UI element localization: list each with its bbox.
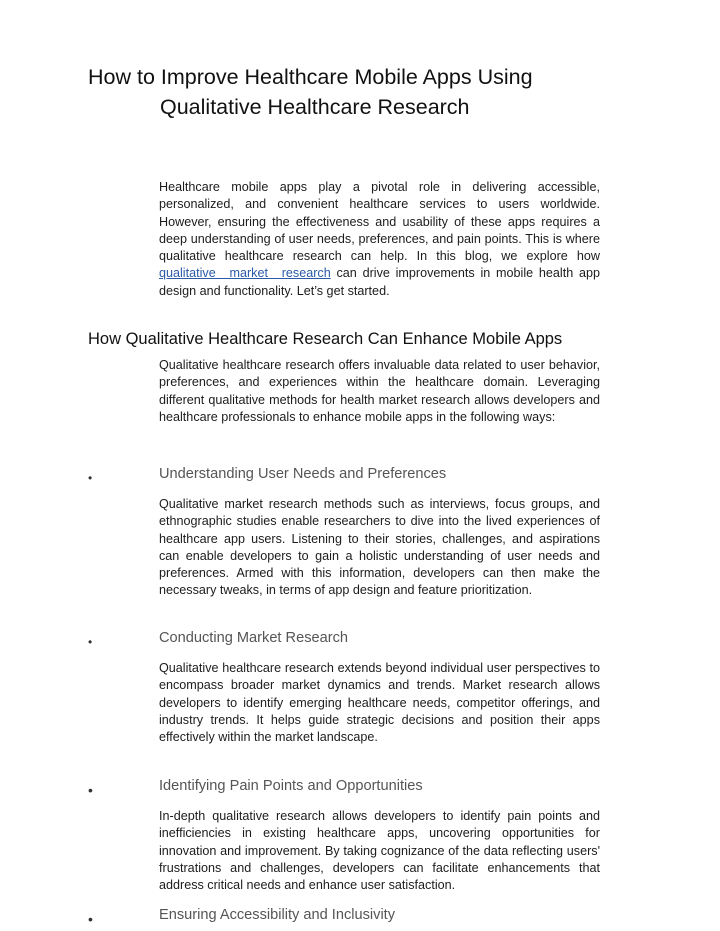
bullet-icon: • (88, 911, 93, 927)
subheading-pain-points: Identifying Pain Points and Opportunitie… (159, 778, 423, 794)
title-line-1: How to Improve Healthcare Mobile Apps Us… (88, 65, 533, 89)
bullet-icon: • (88, 471, 93, 485)
paragraph-market-research: Qualitative healthcare research extends … (159, 661, 600, 745)
qualitative-market-research-link[interactable]: qualitative market research (159, 266, 331, 280)
subheading-user-needs: Understanding User Needs and Preferences (159, 466, 447, 482)
paragraph-user-needs: Qualitative market research methods such… (159, 497, 600, 598)
title-line-2: Qualitative Healthcare Research (160, 95, 470, 119)
document-title: How to Improve Healthcare Mobile Apps Us… (88, 62, 558, 122)
section-paragraph: Qualitative healthcare research offers i… (159, 358, 600, 424)
intro-paragraph: Healthcare mobile apps play a pivotal ro… (159, 179, 600, 300)
section-heading: How Qualitative Healthcare Research Can … (88, 330, 563, 348)
subheading-market-research: Conducting Market Research (159, 630, 348, 646)
paragraph-pain-points: In-depth qualitative research allows dev… (159, 809, 600, 893)
subheading-accessibility: Ensuring Accessibility and Inclusivity (159, 907, 396, 923)
bullet-icon: • (88, 782, 93, 798)
intro-text: Healthcare mobile apps play a pivotal ro… (159, 180, 600, 264)
bullet-icon: • (88, 635, 93, 649)
